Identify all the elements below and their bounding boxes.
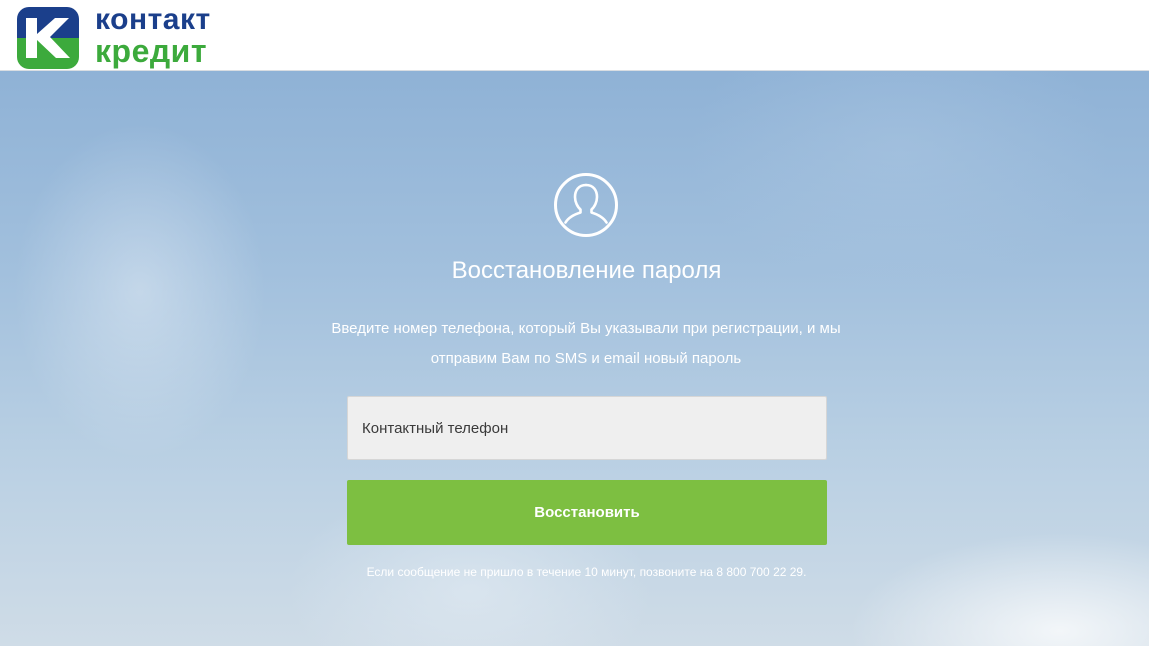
restore-button[interactable]: Восстановить	[347, 480, 827, 545]
header: контакт кредит	[0, 0, 1149, 71]
help-note: Если сообщение не пришло в течение 10 ми…	[366, 565, 807, 579]
logo-line-1: контакт	[95, 3, 211, 36]
instructions-text: Введите номер телефона, который Вы указы…	[331, 320, 841, 367]
logo-line-2: кредит	[95, 33, 208, 69]
k-logo-icon	[17, 7, 79, 69]
phone-input[interactable]	[347, 396, 827, 460]
user-avatar-icon	[554, 173, 618, 237]
logo[interactable]: контакт кредит	[17, 5, 211, 70]
logo-text: контакт кредит	[95, 5, 211, 69]
page-title: Восстановление пароля	[451, 257, 722, 284]
password-recovery-form: Восстановление пароля Введите номер теле…	[0, 71, 1149, 646]
